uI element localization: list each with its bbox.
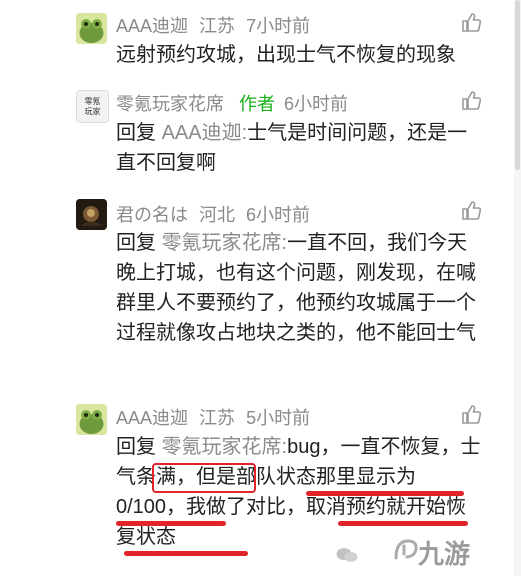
reply-label: 回复 [116,232,156,254]
thumbs-up-icon[interactable] [460,403,482,425]
username[interactable]: 君の名は [116,205,188,225]
reply-target[interactable]: 零氪玩家花席: [162,436,288,458]
frog-avatar-icon [76,404,107,435]
avatar-text: 零氪玩家 [84,97,101,116]
username[interactable]: AAA迪迦 [116,16,188,36]
watermark-text: 九游 [418,539,471,569]
frog-avatar-icon [76,13,107,44]
underline-mark [116,521,226,526]
thumbs-up-icon[interactable] [460,89,482,111]
username[interactable]: AAA迪迦 [116,408,188,428]
location: 河北 [199,205,236,225]
comment-thread: AAA迪迦 江苏 7小时前 远射预约攻城，出现士气不恢复的现象 零氪玩家 零氪玩… [0,0,521,576]
comment-meta: 零氪玩家花席 作者 6小时前 [116,90,354,116]
avatar[interactable] [76,13,107,44]
comment-text: 回复 零氪玩家花席:一直不回，我们今天晚上打城，也有这个问题，刚发现，在喊群里人… [116,232,476,344]
highlight-box [152,463,256,493]
avatar[interactable]: 零氪玩家 [76,90,109,123]
reply-label: 回复 [116,122,156,144]
avatar[interactable] [76,404,107,435]
wechat-icon [336,548,358,562]
timestamp: 7小时前 [246,16,311,36]
timestamp: 6小时前 [246,205,311,225]
comment-meta: AAA迪迦 江苏 7小时前 [116,12,316,38]
underline-mark [124,551,248,556]
timestamp: 6小时前 [284,94,349,114]
author-badge: 作者 [239,94,276,114]
comment-text: 远射预约攻城，出现士气不恢复的现象 [116,44,456,66]
location: 江苏 [199,16,236,36]
thumbs-up-icon[interactable] [460,11,482,33]
username[interactable]: 零氪玩家花席 [116,94,224,114]
reply-target[interactable]: AAA迪迦: [162,122,248,144]
comment-meta: 君の名は 河北 6小时前 [116,201,316,227]
reply-target[interactable]: 零氪玩家花席: [162,232,288,254]
timestamp: 5小时前 [246,408,311,428]
location: 江苏 [199,408,236,428]
thumbs-up-icon[interactable] [460,199,482,221]
comment-meta: AAA迪迦 江苏 5小时前 [116,404,316,430]
photo-avatar-icon [76,199,107,230]
avatar[interactable] [76,199,107,230]
comment-text: 回复 AAA迪迦:士气是时间问题，还是一直不回复啊 [116,122,468,174]
reply-label: 回复 [116,436,156,458]
scrollbar-thumb[interactable] [515,0,520,170]
underline-mark [338,521,468,526]
underline-mark [306,491,464,496]
jiuyou-logo-icon [394,539,418,560]
